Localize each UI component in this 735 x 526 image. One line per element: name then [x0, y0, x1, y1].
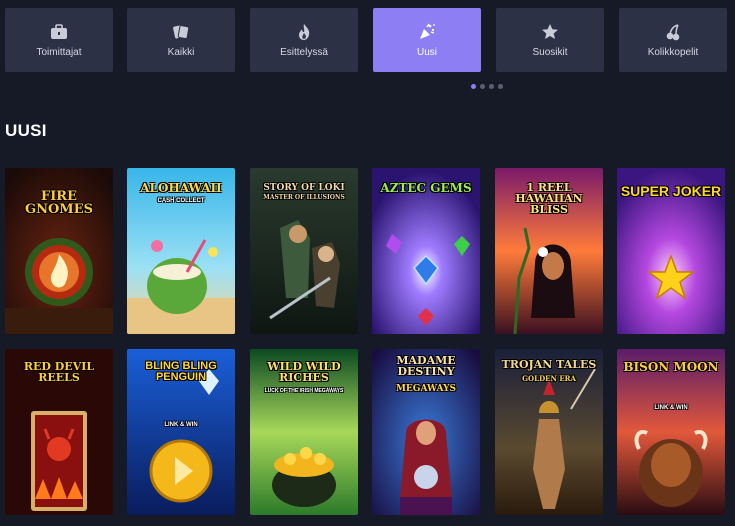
game-tile-red-devil-reels[interactable]: RED DEVIL REELS	[5, 349, 113, 515]
pager-dot-2[interactable]	[480, 84, 485, 89]
carousel-pager	[471, 84, 503, 89]
game-tile-story-of-loki[interactable]: STORY OF LOKI MASTER OF ILLUSIONS	[250, 168, 358, 334]
game-title: STORY OF LOKI	[263, 183, 345, 193]
category-bar: Toimittajat Kaikki Esittelyssä Uusi Suos…	[5, 8, 735, 72]
tab-label: Kaikki	[167, 47, 195, 58]
game-subtitle: MASTER OF ILLUSIONS	[263, 194, 345, 201]
game-subtitle: LINK & WIN	[164, 422, 198, 428]
game-title: TROJAN TALES	[501, 358, 597, 371]
tab-label: Uusi	[416, 47, 437, 58]
tab-uusi[interactable]: Uusi	[373, 8, 481, 72]
game-title: 1 REEL HAWAIIAN BLISS	[515, 181, 583, 216]
briefcase-icon	[51, 24, 67, 39]
game-tile-madame-destiny[interactable]: MADAME DESTINY MEGAWAYS	[372, 349, 480, 515]
confetti-icon	[420, 23, 435, 39]
game-tile-super-joker[interactable]: SUPER JOKER	[617, 168, 725, 334]
game-tile-aztec-gems[interactable]: AZTEC GEMS	[372, 168, 480, 334]
game-subtitle: MEGAWAYS	[395, 384, 457, 394]
game-subtitle: LINK & WIN	[654, 405, 688, 411]
tab-toimittajat[interactable]: Toimittajat	[5, 8, 113, 72]
game-tile-trojan-tales[interactable]: TROJAN TALES GOLDEN ERA	[495, 349, 603, 515]
game-subtitle: GOLDEN ERA	[522, 374, 576, 383]
game-tile-bling-bling-penguin[interactable]: BLING BLING PENGUIN LINK & WIN	[127, 349, 235, 515]
game-tile-alohawaii[interactable]: ALOHAWAII CASH COLLECT	[127, 168, 235, 334]
game-title: BISON MOON	[623, 360, 719, 374]
game-title: WILD WILD RICHES	[267, 360, 341, 384]
game-title: SUPER JOKER	[620, 183, 722, 199]
game-title: MADAME DESTINY	[396, 354, 456, 378]
game-title: RED DEVIL REELS	[23, 360, 95, 384]
cards-icon	[173, 25, 190, 40]
star-icon	[542, 24, 558, 39]
game-tile-bison-moon[interactable]: BISON MOON LINK & WIN	[617, 349, 725, 515]
tab-label: Kolikkopelit	[647, 47, 699, 58]
game-title: BLING BLING PENGUIN	[145, 360, 217, 383]
tab-label: Suosikit	[532, 47, 568, 58]
game-title: AZTEC GEMS	[380, 181, 472, 195]
tab-suosikit[interactable]: Suosikit	[496, 8, 604, 72]
tab-kolikkopelit[interactable]: Kolikkopelit	[619, 8, 727, 72]
game-tile-wild-wild-riches[interactable]: WILD WILD RICHES LUCK OF THE IRISH MEGAW…	[250, 349, 358, 515]
cherry-icon	[666, 24, 680, 41]
tab-kaikki[interactable]: Kaikki	[127, 8, 235, 72]
section-title: UUSI	[5, 121, 47, 140]
game-tile-fire-gnomes[interactable]: FIRE GNOMES	[5, 168, 113, 334]
game-subtitle: CASH COLLECT	[157, 198, 205, 204]
tab-label: Toimittajat	[36, 47, 82, 58]
pager-dot-1[interactable]	[471, 84, 476, 89]
pager-dot-3[interactable]	[489, 84, 494, 89]
tab-esittelyssa[interactable]: Esittelyssä	[250, 8, 358, 72]
tab-label: Esittelyssä	[280, 47, 328, 58]
flame-icon	[299, 24, 310, 40]
game-title: FIRE GNOMES	[25, 189, 93, 217]
pager-dot-4[interactable]	[498, 84, 503, 89]
game-title: ALOHAWAII	[140, 181, 222, 195]
game-tile-hawaiian-bliss[interactable]: 1 REEL HAWAIIAN BLISS	[495, 168, 603, 334]
game-subtitle: LUCK OF THE IRISH MEGAWAYS	[264, 388, 344, 394]
